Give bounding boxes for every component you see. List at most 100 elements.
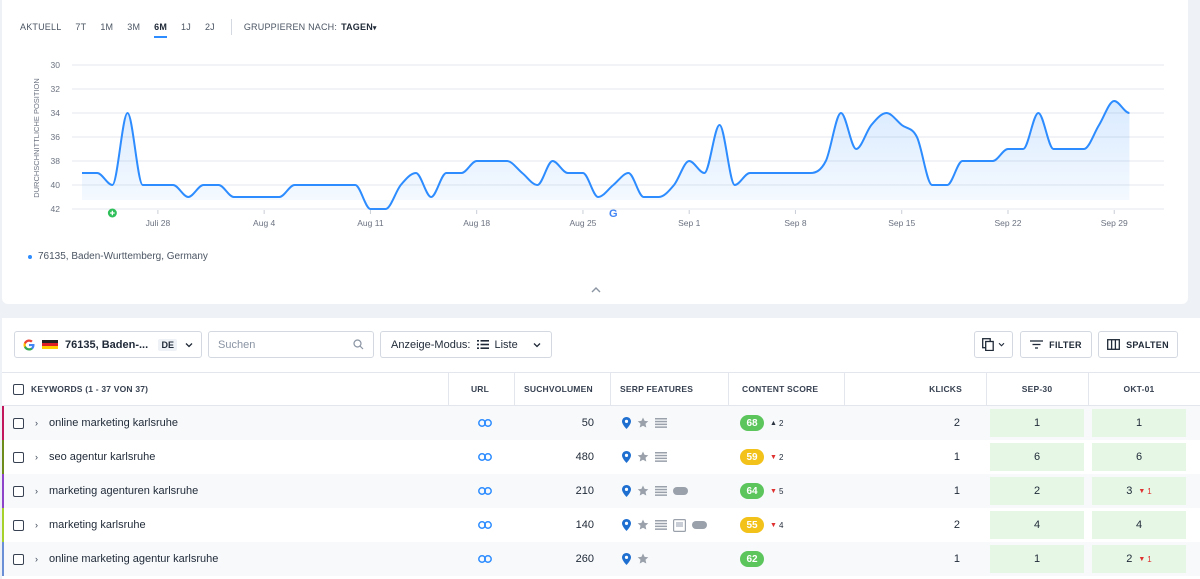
header-date-sep30[interactable]: SEP-30 bbox=[988, 373, 1086, 405]
expand-chevron-icon[interactable]: › bbox=[35, 508, 38, 542]
rank-delta-value: 1 bbox=[1147, 486, 1152, 496]
star-icon bbox=[637, 485, 649, 497]
rank-sep30: 1 bbox=[990, 545, 1084, 573]
columns-button[interactable]: SPALTEN bbox=[1098, 331, 1178, 358]
column-divider bbox=[610, 373, 611, 405]
search-volume: 260 bbox=[575, 553, 594, 565]
column-divider bbox=[986, 373, 987, 405]
list-icon bbox=[655, 520, 667, 530]
rank-delta: ▼ 1 bbox=[1138, 555, 1151, 564]
table-toolbar: 76135, Baden-... DE Anzeige-Modus: Liste… bbox=[2, 318, 1200, 372]
link-icon[interactable] bbox=[478, 406, 492, 440]
header-content-score[interactable]: CONTENT SCORE bbox=[742, 373, 818, 405]
chevron-down-icon bbox=[998, 342, 1005, 347]
x-tick-label: Aug 4 bbox=[253, 218, 275, 228]
chevron-up-icon[interactable] bbox=[590, 285, 602, 295]
rank-value: 1 bbox=[1033, 553, 1041, 565]
row-checkbox[interactable] bbox=[13, 519, 24, 531]
copy-icon bbox=[982, 338, 994, 351]
rank-delta: ▼ 1 bbox=[1138, 487, 1151, 496]
header-clicks[interactable]: KLICKS bbox=[902, 373, 962, 405]
clicks-value: 1 bbox=[953, 553, 960, 565]
expand-chevron-icon[interactable]: › bbox=[35, 474, 38, 508]
link-icon[interactable] bbox=[478, 508, 492, 542]
arrow-down-icon: ▼ bbox=[1138, 555, 1146, 563]
serp-features bbox=[622, 542, 655, 576]
score-badge: 68 bbox=[740, 415, 764, 431]
map-pin-icon bbox=[622, 451, 631, 463]
legend-dot bbox=[28, 254, 32, 259]
table-row[interactable]: › marketing karlsruhe 140 55 ▼ 4 2 4 4 bbox=[2, 508, 1200, 542]
table-row[interactable]: › online marketing agentur karlsruhe 260… bbox=[2, 542, 1200, 576]
link-icon[interactable] bbox=[478, 440, 492, 474]
keyword-label[interactable]: marketing karlsruhe bbox=[49, 508, 146, 542]
y-axis-label: DURCHSCHNITTLICHE POSITION bbox=[32, 78, 41, 198]
score-badge: 55 bbox=[740, 517, 764, 533]
search-volume: 480 bbox=[575, 451, 594, 463]
y-tick-label: 42 bbox=[51, 204, 61, 214]
language-badge: DE bbox=[158, 338, 177, 351]
search-icon[interactable] bbox=[353, 339, 364, 350]
column-divider bbox=[514, 373, 515, 405]
content-score: 62 bbox=[740, 542, 764, 576]
table-row[interactable]: › marketing agenturen karlsruhe 210 64 ▼… bbox=[2, 474, 1200, 508]
row-accent bbox=[2, 508, 4, 542]
expand-chevron-icon[interactable]: › bbox=[35, 406, 38, 440]
location-label: 76135, Baden-... bbox=[65, 338, 149, 351]
map-pin-icon bbox=[622, 553, 631, 565]
x-tick-label: Aug 18 bbox=[463, 218, 490, 228]
keyword-label[interactable]: marketing agenturen karlsruhe bbox=[49, 474, 198, 508]
location-select[interactable]: 76135, Baden-... DE bbox=[14, 331, 202, 358]
content-score: 64 ▼ 5 bbox=[740, 474, 783, 508]
select-all-checkbox-wrap bbox=[13, 373, 24, 405]
content-score: 55 ▼ 4 bbox=[740, 508, 783, 542]
y-tick-label: 34 bbox=[51, 108, 61, 118]
chevron-down-icon bbox=[185, 342, 193, 347]
header-url[interactable]: URL bbox=[448, 373, 512, 405]
copy-button[interactable] bbox=[974, 331, 1013, 358]
row-checkbox[interactable] bbox=[13, 485, 24, 497]
expand-chevron-icon[interactable]: › bbox=[35, 440, 38, 474]
legend-location-label: 76135, Baden-Wurttemberg, Germany bbox=[38, 251, 208, 262]
google-icon bbox=[23, 339, 35, 350]
star-icon bbox=[637, 519, 649, 531]
map-pin-icon bbox=[622, 519, 631, 531]
rank-okt01: 2 ▼ 1 bbox=[1092, 545, 1186, 573]
rank-value: 4 bbox=[1135, 519, 1143, 531]
google-glyph: G bbox=[609, 208, 618, 220]
row-checkbox[interactable] bbox=[13, 553, 24, 565]
rank-value: 2 bbox=[1033, 485, 1041, 497]
y-tick-label: 38 bbox=[51, 156, 61, 166]
header-serp-features[interactable]: SERP FEATURES bbox=[620, 373, 693, 405]
table-row[interactable]: › seo agentur karlsruhe 480 59 ▼ 2 1 6 6 bbox=[2, 440, 1200, 474]
rank-value: 2 bbox=[1126, 553, 1133, 565]
x-tick-label: Sep 29 bbox=[1101, 218, 1128, 228]
score-delta-value: 4 bbox=[778, 520, 784, 530]
display-mode-select[interactable]: Anzeige-Modus: Liste bbox=[380, 331, 552, 358]
score-delta: ▼ 5 bbox=[770, 487, 783, 496]
header-date-okt01[interactable]: OKT-01 bbox=[1090, 373, 1188, 405]
row-checkbox[interactable] bbox=[13, 417, 24, 429]
header-keywords[interactable]: KEYWORDS (1 - 37 VON 37) bbox=[31, 373, 148, 405]
rank-sep30: 6 bbox=[990, 443, 1084, 471]
select-all-checkbox[interactable] bbox=[13, 383, 24, 395]
filter-label: FILTER bbox=[1049, 339, 1082, 350]
image-icon bbox=[673, 518, 686, 532]
filter-button[interactable]: FILTER bbox=[1020, 331, 1092, 358]
link-icon[interactable] bbox=[478, 542, 492, 576]
keyword-label[interactable]: online marketing karlsruhe bbox=[49, 406, 178, 440]
search-volume: 210 bbox=[575, 485, 594, 497]
map-pin-icon bbox=[622, 417, 631, 429]
row-accent bbox=[2, 542, 4, 576]
expand-chevron-icon[interactable]: › bbox=[35, 542, 38, 576]
row-checkbox[interactable] bbox=[13, 451, 24, 463]
table-row[interactable]: › online marketing karlsruhe 50 68 ▲ 2 2 … bbox=[2, 406, 1200, 440]
keyword-label[interactable]: seo agentur karlsruhe bbox=[49, 440, 155, 474]
clicks-value: 1 bbox=[953, 451, 960, 463]
search-input[interactable] bbox=[218, 338, 348, 351]
link-icon[interactable] bbox=[478, 474, 492, 508]
y-tick-label: 30 bbox=[51, 60, 61, 70]
header-volume[interactable]: SUCHVOLUMEN bbox=[524, 373, 593, 405]
keyword-label[interactable]: online marketing agentur karlsruhe bbox=[49, 542, 218, 576]
list-icon bbox=[476, 340, 489, 349]
